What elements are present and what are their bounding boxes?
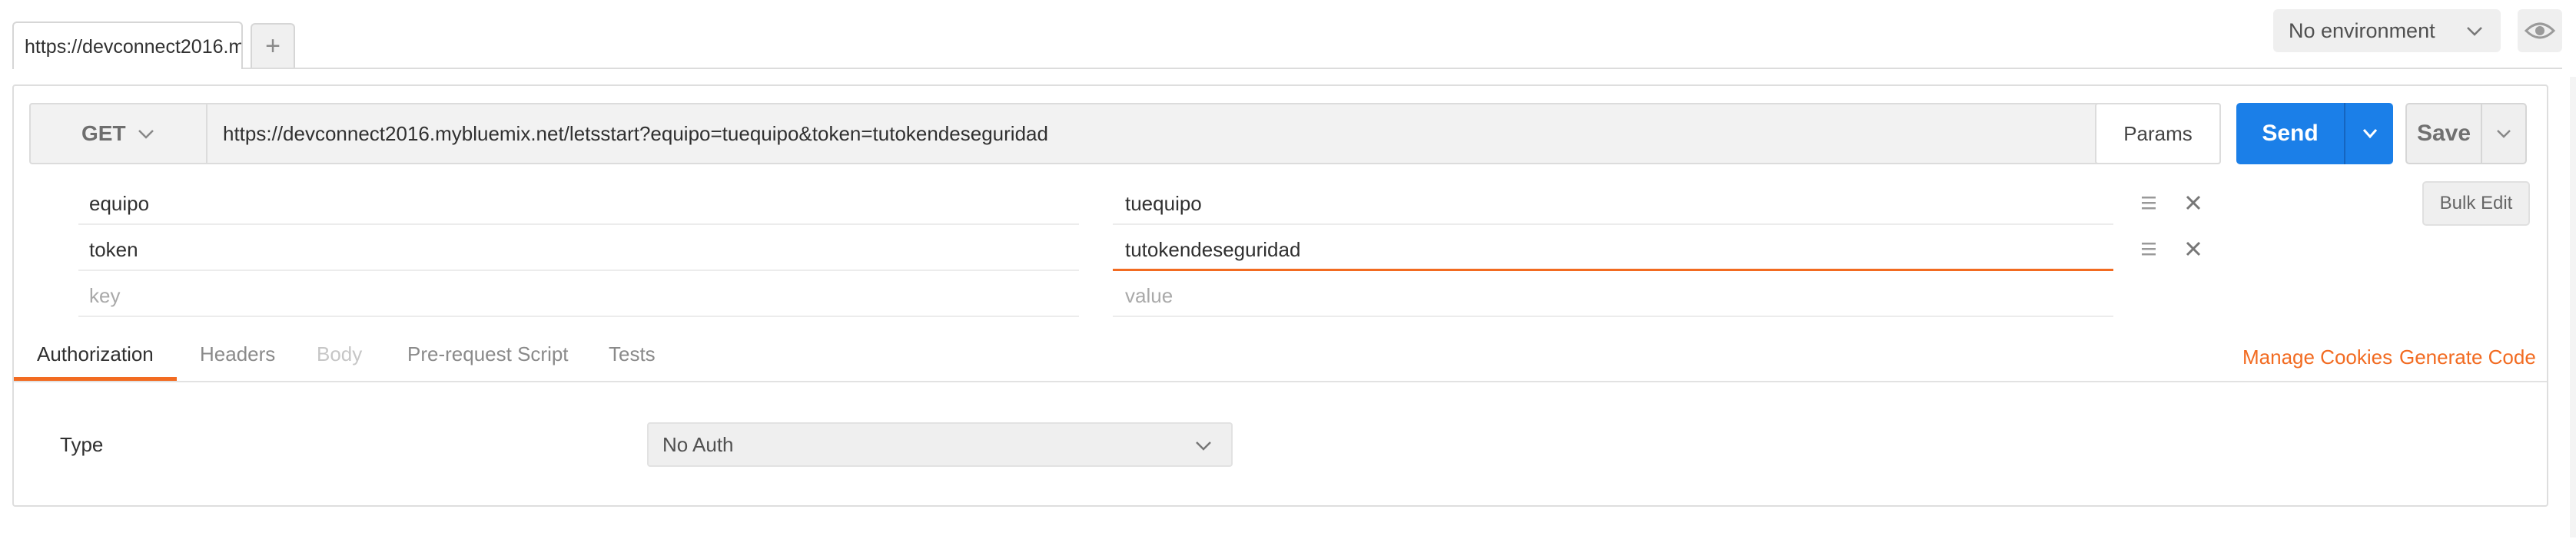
active-field-underline [1113, 269, 2113, 271]
drag-handle-icon[interactable] [2139, 240, 2158, 258]
param-row-divider [78, 316, 1079, 317]
auth-type-label: Type [60, 433, 104, 456]
new-tab-button[interactable]: + [251, 23, 295, 68]
tab-authorization[interactable]: Authorization [37, 342, 154, 366]
chevron-down-icon [2362, 129, 2378, 139]
method-select[interactable]: GET [31, 104, 207, 163]
send-button[interactable]: Send [2236, 103, 2344, 164]
subtabs-divider [14, 381, 2547, 382]
request-tab-label: https://devconnect2016.my [25, 36, 243, 58]
tab-tests[interactable]: Tests [609, 342, 656, 366]
param-row-divider [78, 270, 1079, 271]
scrollbar[interactable] [2570, 77, 2576, 537]
environment-quick-look-button[interactable] [2518, 9, 2562, 52]
tab-headers[interactable]: Headers [200, 342, 275, 366]
eye-icon [2524, 22, 2556, 39]
param-value-placeholder[interactable]: value [1125, 284, 1173, 308]
save-button[interactable]: Save [2405, 103, 2481, 164]
close-icon[interactable] [2184, 193, 2203, 212]
drag-handle-icon[interactable] [2139, 193, 2158, 212]
param-row-divider [1113, 223, 2113, 225]
environment-label: No environment [2289, 19, 2435, 42]
param-value[interactable]: tuequipo [1125, 192, 1202, 216]
method-label: GET [81, 121, 126, 145]
auth-type-select[interactable]: No Auth [647, 422, 1233, 467]
tab-body[interactable]: Body [317, 342, 362, 366]
send-options-button[interactable] [2344, 103, 2393, 164]
param-row-divider [1113, 316, 2113, 317]
param-value[interactable]: tutokendeseguridad [1125, 238, 1300, 262]
chevron-down-icon [2467, 27, 2482, 36]
chevron-down-icon [2497, 130, 2511, 138]
param-key[interactable]: token [89, 238, 138, 262]
param-key-placeholder[interactable]: key [89, 284, 120, 308]
generate-code-link[interactable]: Generate Code [2399, 346, 2536, 369]
url-input[interactable] [209, 104, 2095, 163]
environment-select[interactable]: No environment [2273, 9, 2501, 52]
chevron-down-icon [1196, 441, 1211, 451]
params-button[interactable]: Params [2095, 103, 2221, 164]
close-icon[interactable] [2184, 240, 2203, 258]
param-key[interactable]: equipo [89, 192, 149, 216]
auth-type-value: No Auth [662, 433, 734, 456]
chevron-down-icon [138, 130, 154, 139]
bulk-edit-button[interactable]: Bulk Edit [2422, 181, 2530, 226]
tab-bar-divider [12, 68, 2562, 69]
param-row-divider [78, 223, 1079, 225]
request-tab[interactable]: https://devconnect2016.my [12, 21, 243, 69]
save-options-button[interactable] [2481, 103, 2527, 164]
tab-pre-request-script[interactable]: Pre-request Script [407, 342, 569, 366]
manage-cookies-link[interactable]: Manage Cookies [2242, 346, 2392, 369]
